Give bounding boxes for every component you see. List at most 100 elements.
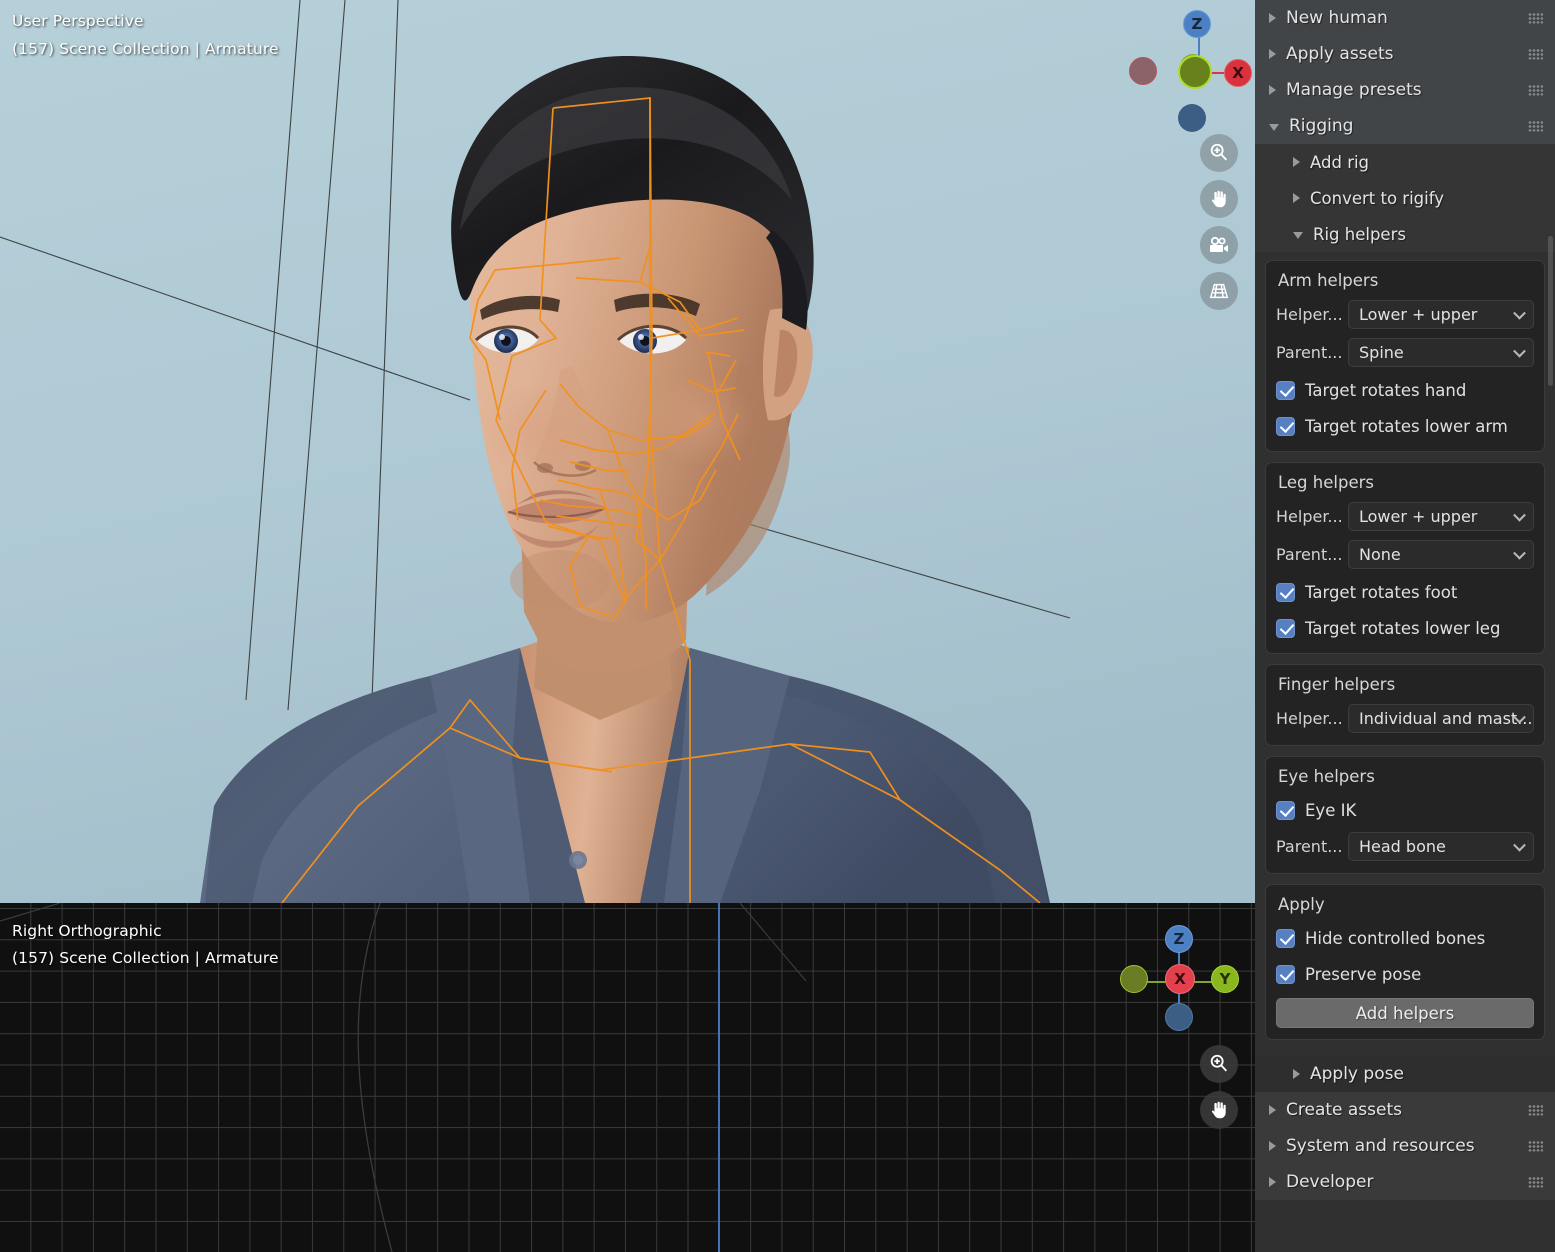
panel-label: Rigging xyxy=(1289,116,1354,136)
apply-box: Apply Hide controlled bones Preserve pos… xyxy=(1265,884,1545,1040)
preserve-pose-checkbox[interactable] xyxy=(1276,964,1295,984)
panel-apply-assets[interactable]: Apply assets xyxy=(1255,36,1555,72)
chevron-right-icon xyxy=(1269,1141,1276,1151)
leg-target-rotates-foot-row[interactable]: Target rotates foot xyxy=(1276,578,1534,606)
gizmo-ortho-z-positive[interactable]: Z xyxy=(1165,925,1193,953)
subpanel-add-rig[interactable]: Add rig xyxy=(1255,144,1555,180)
leg-parent-label: Parent... xyxy=(1276,545,1343,564)
subpanel-apply-pose[interactable]: Apply pose xyxy=(1255,1056,1555,1092)
panel-new-human[interactable]: New human xyxy=(1255,0,1555,36)
viewport-ortho-collection-label: (157) Scene Collection | Armature xyxy=(12,949,279,967)
eye-parent-value: Head bone xyxy=(1359,837,1446,856)
eye-parent-dropdown[interactable]: Head bone xyxy=(1348,832,1534,861)
finger-helper-type-row: Helper... Individual and mast... xyxy=(1276,704,1534,733)
arm-target-rotates-hand-label: Target rotates hand xyxy=(1305,380,1467,400)
chevron-right-icon xyxy=(1269,49,1276,59)
subpanel-label: Apply pose xyxy=(1310,1064,1404,1084)
finger-helper-type-dropdown[interactable]: Individual and mast... xyxy=(1348,704,1534,733)
hide-controlled-bones-checkbox[interactable] xyxy=(1276,928,1295,948)
panel-label: New human xyxy=(1286,8,1388,28)
panel-system-and-resources[interactable]: System and resources xyxy=(1255,1128,1555,1164)
camera-icon[interactable] xyxy=(1200,226,1238,264)
viewport-orthographic[interactable]: Right Orthographic (157) Scene Collectio… xyxy=(0,903,1255,1252)
panel-manage-presets[interactable]: Manage presets xyxy=(1255,72,1555,108)
arm-helper-type-row: Helper... Lower + upper xyxy=(1276,300,1534,329)
panel-label: Developer xyxy=(1286,1172,1374,1192)
gizmo-z-negative[interactable] xyxy=(1178,104,1206,132)
subpanel-label: Add rig xyxy=(1310,152,1370,172)
arm-target-rotates-hand-row[interactable]: Target rotates hand xyxy=(1276,376,1534,404)
leg-target-rotates-lower-leg-row[interactable]: Target rotates lower leg xyxy=(1276,614,1534,642)
gizmo-ortho-x-center[interactable]: X xyxy=(1165,964,1195,994)
panel-label: System and resources xyxy=(1286,1136,1475,1156)
leg-target-rotates-lower-leg-checkbox[interactable] xyxy=(1276,618,1295,638)
leg-target-rotates-foot-label: Target rotates foot xyxy=(1305,582,1458,602)
preserve-pose-row[interactable]: Preserve pose xyxy=(1276,960,1534,988)
chevron-right-icon xyxy=(1269,1105,1276,1115)
arm-parent-dropdown[interactable]: Spine xyxy=(1348,338,1534,367)
chevron-right-icon xyxy=(1293,193,1300,203)
eye-helpers-title: Eye helpers xyxy=(1278,767,1375,786)
panel-label: Apply assets xyxy=(1286,44,1394,64)
navigation-gizmo-perspective[interactable]: Z X Y xyxy=(1120,5,1252,145)
sidebar-scrollbar[interactable] xyxy=(1548,236,1553,386)
arm-helper-type-dropdown[interactable]: Lower + upper xyxy=(1348,300,1534,329)
grid-perspective-icon[interactable] xyxy=(1200,272,1238,310)
drag-grip-icon[interactable] xyxy=(1528,84,1543,96)
leg-parent-dropdown[interactable]: None xyxy=(1348,540,1534,569)
drag-grip-icon[interactable] xyxy=(1528,1140,1543,1152)
chevron-down-icon xyxy=(1293,231,1303,239)
panel-create-assets[interactable]: Create assets xyxy=(1255,1092,1555,1128)
chevron-right-icon xyxy=(1269,85,1276,95)
mpfb-sidebar[interactable]: New human Apply assets Manage presets Ri… xyxy=(1255,0,1555,1252)
panel-label: Create assets xyxy=(1286,1100,1403,1120)
subpanel-convert-to-rigify[interactable]: Convert to rigify xyxy=(1255,180,1555,216)
arm-target-rotates-lower-arm-checkbox[interactable] xyxy=(1276,416,1295,436)
chevron-right-icon xyxy=(1293,157,1300,167)
arm-helper-type-label: Helper... xyxy=(1276,305,1343,324)
arm-target-rotates-hand-checkbox[interactable] xyxy=(1276,380,1295,400)
rig-helpers-body: Arm helpers Helper... Lower + upper Pare… xyxy=(1255,252,1555,1056)
gizmo-ortho-z-negative[interactable] xyxy=(1165,1003,1193,1031)
pan-hand-icon[interactable] xyxy=(1200,180,1238,218)
leg-helper-type-value: Lower + upper xyxy=(1359,507,1478,526)
zoom-icon[interactable] xyxy=(1200,1045,1238,1083)
drag-grip-icon[interactable] xyxy=(1528,120,1543,132)
chevron-right-icon xyxy=(1269,1177,1276,1187)
chevron-right-icon xyxy=(1293,1069,1300,1079)
leg-helper-type-dropdown[interactable]: Lower + upper xyxy=(1348,502,1534,531)
gizmo-x-positive[interactable]: X xyxy=(1224,59,1252,87)
eye-parent-row: Parent... Head bone xyxy=(1276,832,1534,861)
zoom-icon[interactable] xyxy=(1200,134,1238,172)
subpanel-rig-helpers[interactable]: Rig helpers xyxy=(1255,216,1555,252)
pan-hand-icon[interactable] xyxy=(1200,1091,1238,1129)
panel-developer[interactable]: Developer xyxy=(1255,1164,1555,1200)
leg-target-rotates-foot-checkbox[interactable] xyxy=(1276,582,1295,602)
gizmo-y-negative[interactable] xyxy=(1178,55,1212,89)
drag-grip-icon[interactable] xyxy=(1528,1176,1543,1188)
navigation-gizmo-orthographic[interactable]: Z X Y xyxy=(1118,921,1242,1041)
viewport-perspective-collection-label: (157) Scene Collection | Armature xyxy=(12,40,279,58)
chevron-right-icon xyxy=(1269,13,1276,23)
drag-grip-icon[interactable] xyxy=(1528,48,1543,60)
sidebar-top-panels: New human Apply assets Manage presets Ri… xyxy=(1255,0,1555,144)
gizmo-x-negative[interactable] xyxy=(1129,57,1157,85)
eye-ik-label: Eye IK xyxy=(1305,800,1357,820)
leg-target-rotates-lower-leg-label: Target rotates lower leg xyxy=(1305,618,1501,638)
panel-rigging[interactable]: Rigging xyxy=(1255,108,1555,144)
drag-grip-icon[interactable] xyxy=(1528,1104,1543,1116)
drag-grip-icon[interactable] xyxy=(1528,12,1543,24)
viewport-perspective[interactable]: User Perspective (157) Scene Collection … xyxy=(0,0,1255,903)
eye-helpers-box: Eye helpers Eye IK Parent... Head bone xyxy=(1265,756,1545,874)
add-helpers-button[interactable]: Add helpers xyxy=(1276,998,1534,1028)
arm-target-rotates-lower-arm-row[interactable]: Target rotates lower arm xyxy=(1276,412,1534,440)
hide-controlled-bones-row[interactable]: Hide controlled bones xyxy=(1276,924,1534,952)
gizmo-ortho-y-negative[interactable] xyxy=(1120,965,1148,993)
eye-ik-checkbox[interactable] xyxy=(1276,800,1295,820)
gizmo-ortho-y-positive[interactable]: Y xyxy=(1211,965,1239,993)
arm-parent-label: Parent... xyxy=(1276,343,1343,362)
gizmo-z-positive[interactable]: Z xyxy=(1183,10,1211,38)
arm-helpers-title: Arm helpers xyxy=(1278,271,1379,290)
eye-ik-row[interactable]: Eye IK xyxy=(1276,796,1534,824)
eye-parent-label: Parent... xyxy=(1276,837,1343,856)
